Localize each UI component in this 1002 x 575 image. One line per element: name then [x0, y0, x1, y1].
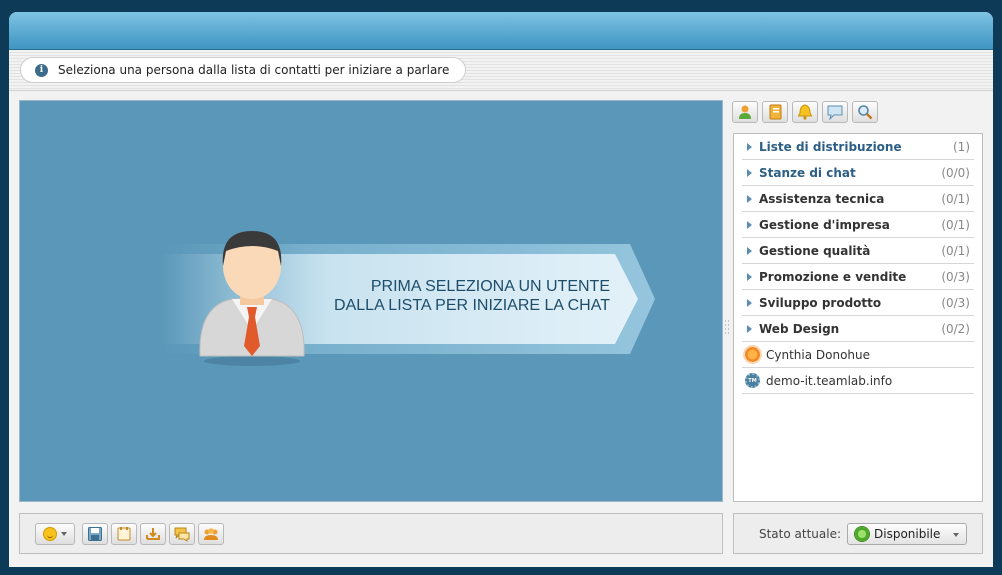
- panel-splitter[interactable]: ·· ·· ·· ··: [723, 318, 731, 339]
- address-book-icon: [769, 104, 782, 120]
- expand-arrow-icon[interactable]: [747, 272, 752, 281]
- contact-name: demo-it.teamlab.info: [766, 373, 893, 388]
- group-name: Gestione qualità: [759, 243, 871, 258]
- app-window: i Seleziona una persona dalla lista di c…: [9, 12, 993, 567]
- contact-group[interactable]: Stanze di chat (0/0): [742, 160, 974, 186]
- contact-group[interactable]: Gestione d'impresa (0/1): [742, 212, 974, 238]
- group-name: Liste di distribuzione: [759, 139, 902, 154]
- conference-button[interactable]: [198, 522, 224, 545]
- history-icon: [117, 526, 131, 540]
- info-icon: i: [35, 63, 48, 77]
- contacts-toolbar: [732, 101, 878, 125]
- messages-icon: [174, 527, 190, 542]
- save-button[interactable]: [82, 522, 108, 545]
- title-bar: [9, 12, 993, 50]
- group-name: Sviluppo prodotto: [759, 295, 882, 310]
- available-status-icon: [855, 526, 869, 541]
- notifications-button[interactable]: [792, 101, 818, 123]
- message-toolbar: [19, 513, 723, 554]
- group-count: (0/3): [941, 295, 970, 310]
- tab-strip: i Seleziona una persona dalla lista di c…: [9, 50, 993, 91]
- contact-person[interactable]: Cynthia Donohue: [742, 342, 974, 368]
- address-book-button[interactable]: [762, 101, 788, 123]
- group-name: Web Design: [759, 321, 840, 336]
- contact-group[interactable]: Sviluppo prodotto (0/3): [742, 290, 974, 316]
- status-dropdown[interactable]: Disponibile: [847, 522, 967, 545]
- status-value: Disponibile: [874, 526, 941, 541]
- expand-arrow-icon[interactable]: [747, 220, 752, 229]
- bell-icon: [797, 104, 813, 120]
- contacts-button[interactable]: [732, 101, 758, 123]
- contacts-icon: [739, 105, 751, 119]
- group-name: Assistenza tecnica: [759, 191, 885, 206]
- history-button[interactable]: [111, 522, 137, 545]
- contact-name: Cynthia Donohue: [766, 347, 871, 362]
- group-count: (1): [953, 139, 970, 154]
- send-file-button[interactable]: [140, 522, 166, 545]
- chevron-down-icon: [61, 531, 67, 536]
- group-count: (0/3): [941, 269, 970, 284]
- contact-list: Liste di distribuzione (1) Stanze di cha…: [742, 134, 974, 394]
- group-count: (0/1): [941, 217, 970, 232]
- contact-group[interactable]: Assistenza tecnica (0/1): [742, 186, 974, 212]
- chat-area: PRIMA SELEZIONA UN UTENTE DALLA LISTA PE…: [19, 100, 723, 502]
- group-count: (0/2): [941, 321, 970, 336]
- group-count: (0/0): [941, 165, 970, 180]
- expand-arrow-icon[interactable]: [747, 142, 752, 151]
- contact-group[interactable]: Promozione e vendite (0/3): [742, 264, 974, 290]
- away-status-icon: [745, 347, 760, 362]
- chat-button[interactable]: [822, 101, 848, 123]
- info-tab-text: Seleziona una persona dalla lista di con…: [58, 63, 450, 77]
- expand-arrow-icon[interactable]: [747, 194, 752, 203]
- send-file-icon: [146, 527, 160, 540]
- server-icon: TM: [745, 373, 760, 388]
- contact-group[interactable]: Liste di distribuzione (1): [742, 134, 974, 160]
- status-label: Stato attuale:: [758, 526, 841, 541]
- group-name: Gestione d'impresa: [759, 217, 890, 232]
- chevron-down-icon: [953, 532, 959, 537]
- group-name: Stanze di chat: [759, 165, 856, 180]
- chat-bubble-icon: [827, 105, 843, 120]
- messages-button[interactable]: [169, 522, 195, 545]
- search-icon: [858, 105, 873, 120]
- emoticons-button[interactable]: [35, 522, 75, 545]
- contact-group[interactable]: Web Design (0/2): [742, 316, 974, 342]
- expand-arrow-icon[interactable]: [747, 246, 752, 255]
- contact-person[interactable]: TM demo-it.teamlab.info: [742, 368, 974, 394]
- smiley-icon: [43, 526, 57, 541]
- info-tab[interactable]: i Seleziona una persona dalla lista di c…: [20, 57, 467, 83]
- group-name: Promozione e vendite: [759, 269, 907, 284]
- save-icon: [88, 526, 102, 541]
- contact-group[interactable]: Gestione qualità (0/1): [742, 238, 974, 264]
- expand-arrow-icon[interactable]: [747, 324, 752, 333]
- status-bar: Stato attuale: Disponibile: [733, 513, 983, 554]
- user-avatar-icon: [199, 231, 305, 366]
- contact-list-panel: Liste di distribuzione (1) Stanze di cha…: [733, 133, 983, 502]
- expand-arrow-icon[interactable]: [747, 298, 752, 307]
- group-count: (0/1): [941, 191, 970, 206]
- group-count: (0/1): [941, 243, 970, 258]
- search-button[interactable]: [852, 101, 878, 123]
- conference-icon: [204, 527, 218, 540]
- expand-arrow-icon[interactable]: [747, 168, 752, 177]
